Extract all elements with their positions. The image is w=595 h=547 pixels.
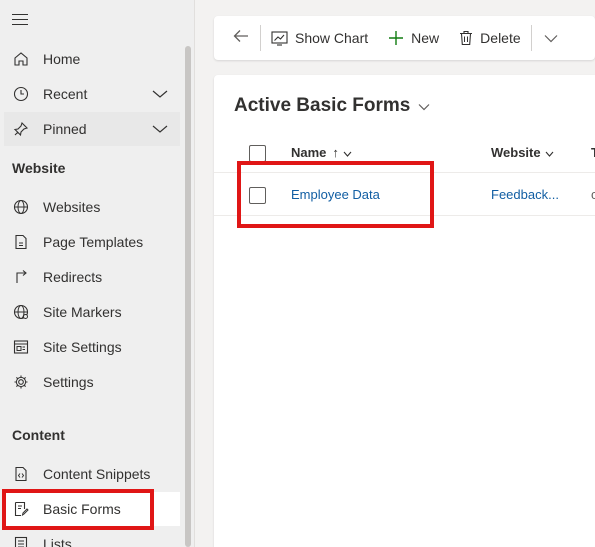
- page-template-icon: [10, 231, 32, 253]
- chevron-down-icon: [545, 145, 554, 160]
- hamburger-menu-icon[interactable]: [12, 14, 28, 26]
- sidebar-item-label: Content Snippets: [43, 466, 151, 482]
- chevron-down-icon[interactable]: [152, 121, 168, 137]
- highlight-employee-data: [237, 161, 434, 228]
- clock-icon: [10, 83, 32, 105]
- sidebar-item-label: Lists: [43, 536, 72, 547]
- sidebar-item-label: Websites: [43, 199, 101, 215]
- view-panel: Active Basic Forms Name ↑ Website T Empl…: [214, 75, 595, 547]
- pin-icon: [10, 118, 32, 140]
- sidebar-scrollbar[interactable]: [185, 46, 191, 547]
- website-link[interactable]: Feedback...: [491, 174, 559, 215]
- chevron-down-icon[interactable]: [152, 86, 168, 102]
- sidebar-item-label: Redirects: [43, 269, 103, 285]
- sidebar-item-label: Settings: [43, 374, 94, 390]
- sidebar-item-settings[interactable]: Settings: [4, 365, 180, 399]
- back-arrow-icon: [233, 29, 249, 48]
- sidebar-item-label: Page Templates: [43, 234, 144, 250]
- back-button[interactable]: [222, 16, 260, 60]
- select-all-checkbox[interactable]: [249, 145, 266, 162]
- sidebar-item-redirects[interactable]: Redirects: [4, 260, 180, 294]
- sidebar-item-site-markers[interactable]: Site Markers: [4, 295, 180, 329]
- chart-icon: [271, 30, 288, 46]
- globe-icon: [10, 196, 32, 218]
- globe-marker-icon: [10, 301, 32, 323]
- chevron-down-icon: [343, 145, 352, 160]
- show-chart-button[interactable]: Show Chart: [261, 16, 378, 60]
- sidebar-item-recent[interactable]: Recent: [4, 77, 180, 111]
- sidebar-item-label: Recent: [43, 86, 88, 102]
- sidebar-item-label: Pinned: [43, 121, 87, 137]
- sort-ascending-icon: ↑: [332, 145, 339, 160]
- site-settings-icon: [10, 336, 32, 358]
- sidebar-item-label: Site Markers: [43, 304, 122, 320]
- new-label: New: [411, 30, 440, 46]
- sidebar-item-content-snippets[interactable]: Content Snippets: [4, 457, 180, 491]
- highlight-basic-forms: [2, 489, 154, 530]
- redirect-icon: [10, 266, 32, 288]
- new-button[interactable]: New: [378, 16, 449, 60]
- column-header-truncated[interactable]: T: [591, 133, 595, 172]
- delete-label: Delete: [480, 30, 521, 46]
- section-title-content: Content: [12, 427, 65, 443]
- view-selector[interactable]: Active Basic Forms: [234, 95, 430, 117]
- list-icon: [10, 533, 32, 547]
- snippet-icon: [10, 463, 32, 485]
- home-icon: [10, 48, 32, 70]
- more-commands-button[interactable]: [532, 16, 570, 60]
- view-title: Active Basic Forms: [234, 95, 411, 116]
- section-title-website: Website: [12, 160, 66, 176]
- chevron-down-icon: [544, 30, 558, 46]
- chevron-down-icon: [418, 95, 430, 117]
- sidebar-item-lists[interactable]: Lists: [4, 527, 180, 547]
- sidebar-item-label: Home: [43, 51, 81, 67]
- truncated-cell: c: [591, 187, 595, 202]
- gear-icon: [10, 371, 32, 393]
- sidebar-item-label: Site Settings: [43, 339, 122, 355]
- command-bar: Show Chart New Delete: [214, 16, 595, 60]
- sidebar-item-site-settings[interactable]: Site Settings: [4, 330, 180, 364]
- sidebar-item-home[interactable]: Home: [4, 42, 180, 76]
- column-header-label: Name: [291, 145, 327, 160]
- sidebar-item-page-templates[interactable]: Page Templates: [4, 225, 180, 259]
- sidebar-item-pinned[interactable]: Pinned: [4, 112, 180, 146]
- trash-icon: [459, 30, 473, 46]
- column-header-label: T: [591, 145, 595, 160]
- plus-icon: [388, 30, 404, 46]
- sidebar: Home Recent Pinned Website Websites Page…: [0, 0, 195, 547]
- sidebar-item-websites[interactable]: Websites: [4, 190, 180, 224]
- delete-button[interactable]: Delete: [449, 16, 530, 60]
- column-header-website[interactable]: Website: [491, 133, 554, 172]
- show-chart-label: Show Chart: [295, 30, 369, 46]
- column-header-label: Website: [491, 145, 541, 160]
